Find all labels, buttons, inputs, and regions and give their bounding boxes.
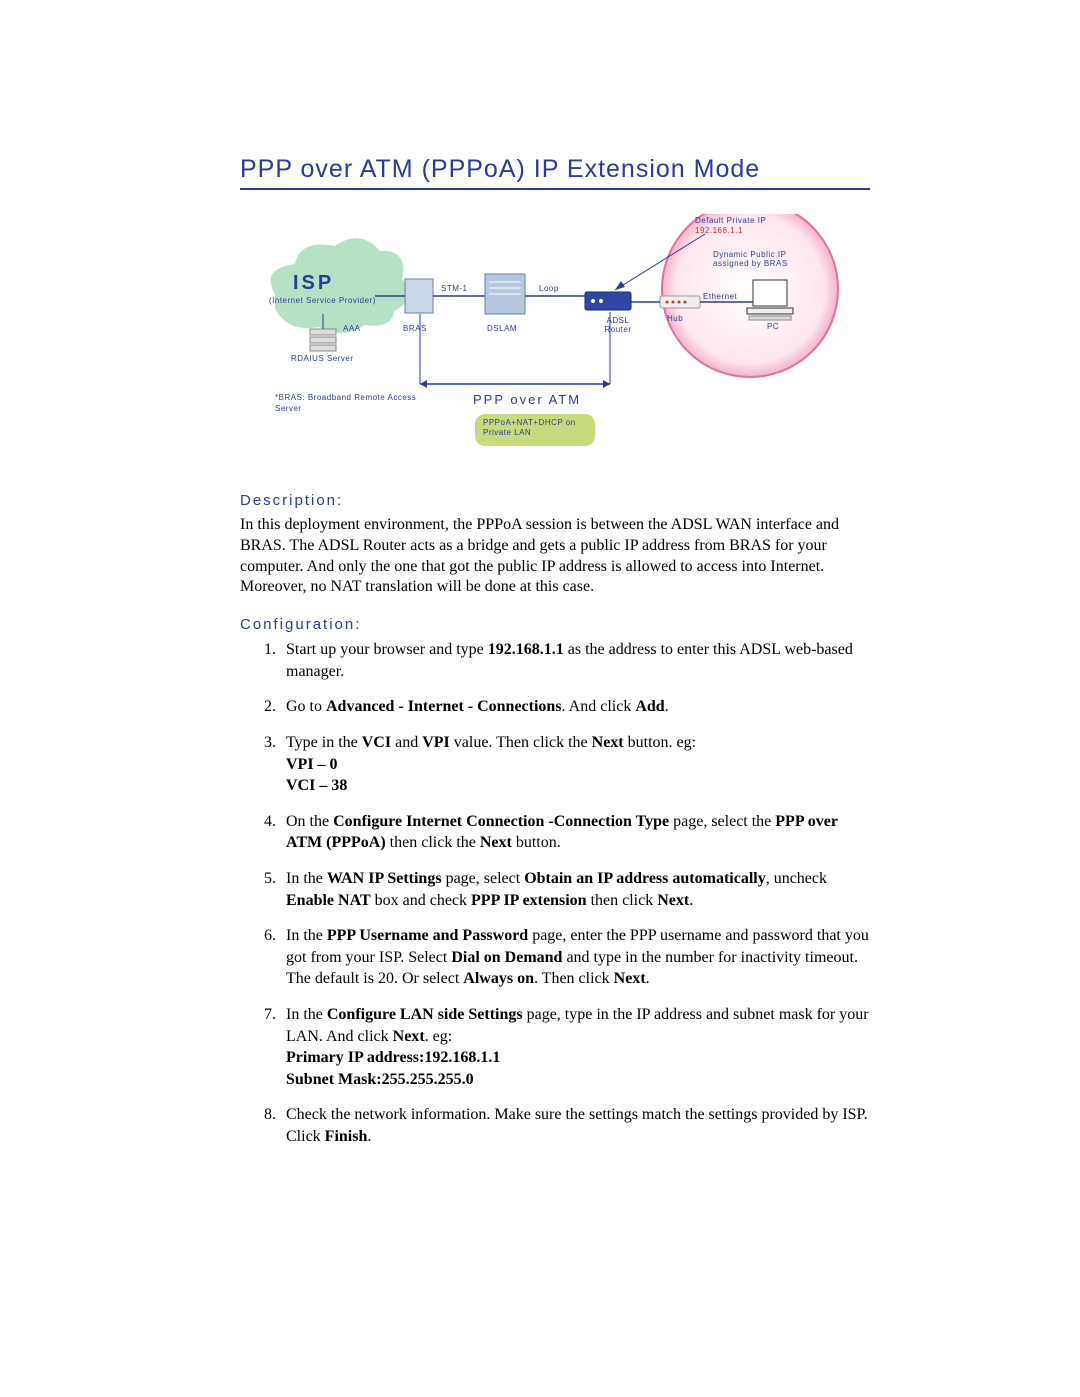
bras-label: BRAS <box>403 324 427 333</box>
configuration-list: Start up your browser and type 192.168.1… <box>240 639 870 1147</box>
configuration-heading: Configuration: <box>240 616 870 633</box>
pc-label: PC <box>767 322 779 331</box>
list-item: In the WAN IP Settings page, select Obta… <box>280 868 870 911</box>
page-title: PPP over ATM (PPPoA) IP Extension Mode <box>240 155 870 184</box>
title-rule <box>240 188 870 190</box>
network-diagram: ISP (Internet Service Provider) STM-1 Lo… <box>255 214 855 474</box>
description-text: In this deployment environment, the PPPo… <box>240 515 870 598</box>
document-page: PPP over ATM (PPPoA) IP Extension Mode <box>0 0 1080 1241</box>
default-ip-value: 192.168.1.1 <box>695 226 743 235</box>
list-item: In the PPP Username and Password page, e… <box>280 925 870 990</box>
pppoa-note: PPPoA+NAT+DHCP on Private LAN <box>483 418 591 439</box>
dynamic-ip-label: Dynamic Public IP assigned by BRAS <box>713 250 823 268</box>
dslam-label: DSLAM <box>487 324 517 333</box>
bras-note: *BRAS: Broadband Remote Access Server <box>275 392 425 414</box>
loop-label: Loop <box>539 284 559 293</box>
radius-label: RDAIUS Server <box>291 354 361 363</box>
list-item: In the Configure LAN side Settings page,… <box>280 1004 870 1090</box>
adsl-router-label: ADSL Router <box>593 316 643 334</box>
ppp-atm-label: PPP over ATM <box>473 392 581 407</box>
description-heading: Description: <box>240 492 870 509</box>
list-item: Check the network information. Make sure… <box>280 1104 870 1147</box>
isp-label: ISP <box>293 272 334 295</box>
ethernet-label: Ethernet <box>703 292 737 301</box>
list-item: On the Configure Internet Connection -Co… <box>280 811 870 854</box>
list-item: Go to Advanced - Internet - Connections.… <box>280 696 870 718</box>
list-item: Start up your browser and type 192.168.1… <box>280 639 870 682</box>
list-item: Type in the VCI and VPI value. Then clic… <box>280 732 870 797</box>
default-ip-label: Default Private IP <box>695 216 766 225</box>
isp-sublabel: (Internet Service Provider) <box>269 296 376 305</box>
aaa-label: AAA <box>343 324 361 333</box>
hub-label: Hub <box>667 314 683 323</box>
stm1-label: STM-1 <box>441 284 468 293</box>
